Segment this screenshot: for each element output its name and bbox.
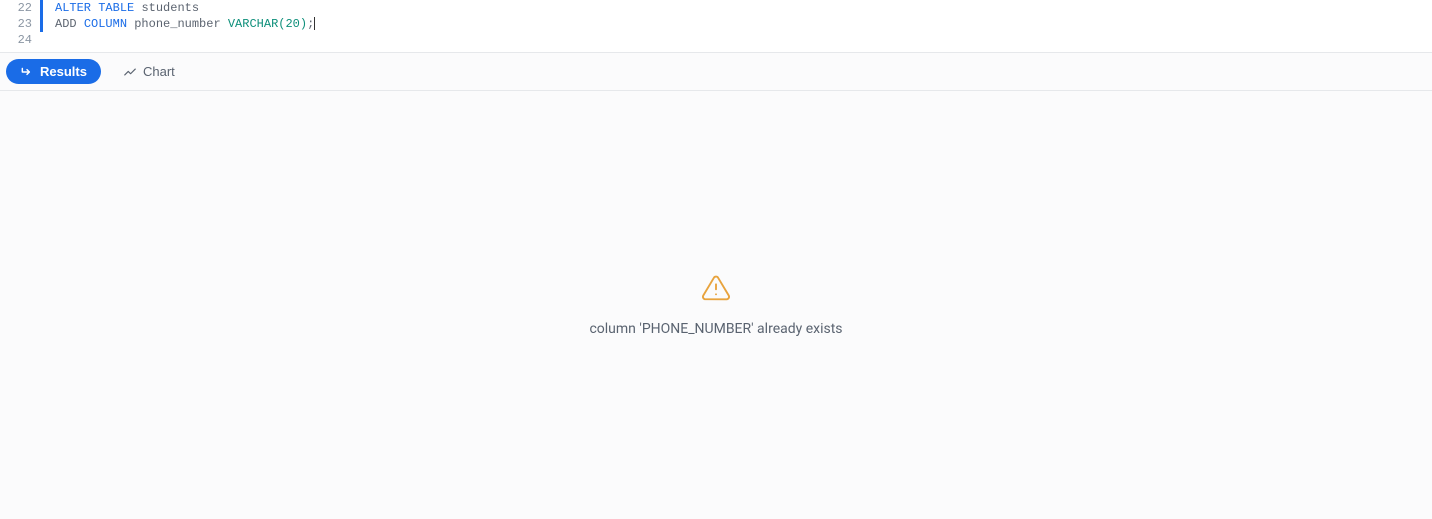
- line-number: 24: [0, 32, 40, 48]
- text-cursor: [314, 17, 315, 30]
- chart-tab-label: Chart: [143, 64, 175, 79]
- result-tabs-bar: Results Chart: [0, 52, 1432, 91]
- results-panel: column 'PHONE_NUMBER' already exists: [0, 91, 1432, 519]
- code-line: 22 ALTER TABLE students: [0, 0, 1432, 16]
- line-indicator: [40, 32, 43, 48]
- code-editor[interactable]: 22 ALTER TABLE students 23 ADD COLUMN ph…: [0, 0, 1432, 48]
- chart-tab[interactable]: Chart: [109, 59, 189, 84]
- error-message: column 'PHONE_NUMBER' already exists: [589, 321, 842, 337]
- code-line: 24: [0, 32, 1432, 48]
- arrow-return-icon: [20, 65, 34, 79]
- code-content[interactable]: ADD COLUMN phone_number VARCHAR(20);: [55, 16, 315, 32]
- results-tab[interactable]: Results: [6, 59, 101, 84]
- results-tab-label: Results: [40, 64, 87, 79]
- warning-icon: [701, 273, 731, 307]
- code-line: 23 ADD COLUMN phone_number VARCHAR(20);: [0, 16, 1432, 32]
- active-line-indicator: [40, 0, 43, 16]
- line-number: 22: [0, 0, 40, 16]
- active-line-indicator: [40, 16, 43, 32]
- line-number: 23: [0, 16, 40, 32]
- chart-line-icon: [123, 65, 137, 79]
- code-content[interactable]: ALTER TABLE students: [55, 0, 199, 16]
